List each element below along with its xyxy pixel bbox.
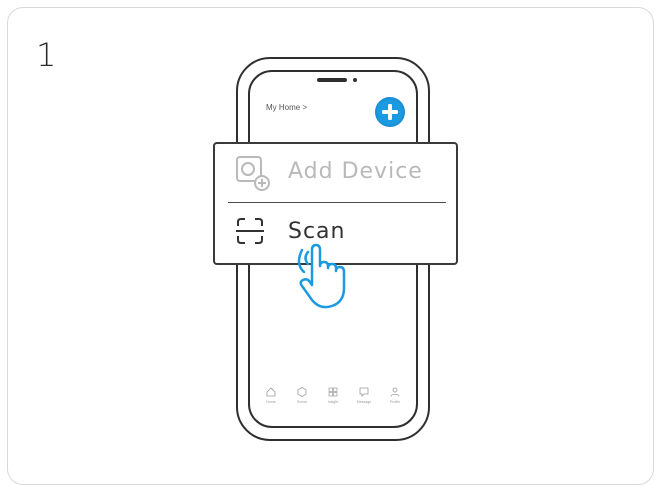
tab-profile[interactable]: Profile [380, 386, 410, 404]
insight-icon [328, 387, 338, 397]
step-number: 1 [36, 36, 57, 74]
scan-icon [236, 218, 264, 244]
tab-label: Profile [389, 400, 401, 404]
message-icon [359, 387, 369, 397]
add-button[interactable] [375, 97, 405, 127]
scene-icon [297, 387, 307, 397]
tab-label: Insight [327, 400, 339, 404]
profile-icon [390, 387, 400, 397]
tab-label: Scene [296, 400, 308, 404]
add-device-icon [236, 156, 270, 191]
menu-item-add-device[interactable]: Add Device [228, 149, 446, 199]
home-selector[interactable]: My Home > [266, 103, 307, 112]
tab-home[interactable]: Home [256, 386, 286, 404]
tab-message[interactable]: Message [349, 386, 379, 404]
speaker-slot [317, 78, 347, 82]
plus-icon [382, 104, 398, 120]
home-icon [266, 387, 276, 397]
tap-hand-icon [297, 243, 346, 309]
tab-label: Message [356, 400, 372, 404]
menu-divider [228, 202, 446, 203]
tab-scene[interactable]: Scene [287, 386, 317, 404]
tab-label: Home [266, 400, 276, 404]
tab-bar: Home Scene Insight Message Profile [254, 386, 412, 422]
menu-item-label: Add Device [288, 159, 423, 184]
tab-insight[interactable]: Insight [318, 386, 348, 404]
front-camera [353, 78, 357, 82]
